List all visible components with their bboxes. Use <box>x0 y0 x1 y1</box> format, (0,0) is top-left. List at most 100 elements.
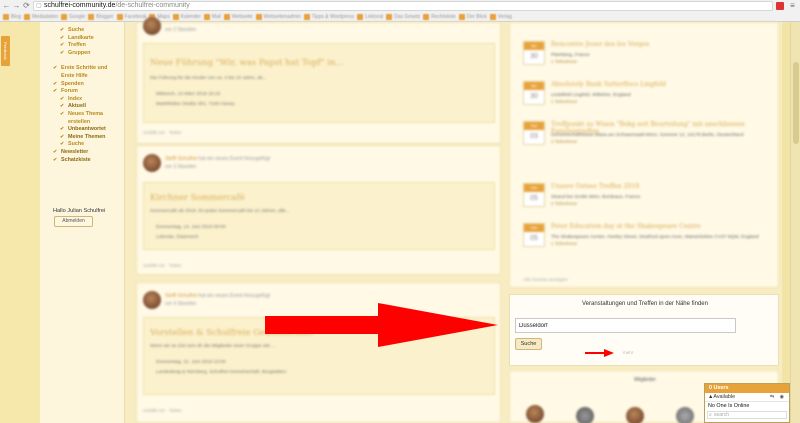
bookmark-item[interactable]: Google <box>61 12 85 22</box>
sidebar-item[interactable]: ✔ Neues Thema <box>53 111 123 119</box>
extension-icon[interactable] <box>776 2 784 10</box>
bookmark-item[interactable]: Mediadaten <box>24 12 58 22</box>
bookmark-item[interactable]: Das Gesetz <box>386 12 420 22</box>
event-title[interactable]: Unsere Ostsee Treffen 2018 <box>551 183 639 190</box>
chat-header[interactable]: 0 Users <box>705 384 789 393</box>
sidebar-item-label: Aktuell <box>68 103 86 110</box>
sidebar-item[interactable]: ✔ Erste Schritte und <box>53 65 123 73</box>
event-date-badge: Apr 30 <box>523 41 545 65</box>
event-day: 30 <box>530 53 538 60</box>
reload-icon[interactable]: ⟳ <box>22 1 31 10</box>
post-actions[interactable]: Gefällt mir · Teilen <box>143 264 182 269</box>
more-link[interactable]: mehr <box>623 350 633 355</box>
sidebar-item-label: Forum <box>61 88 78 95</box>
bookmark-item[interactable]: Tipps & Wordpress <box>303 12 354 22</box>
event-participants: 1 Teilnehmer <box>551 59 578 64</box>
bookmark-item[interactable]: Blog <box>3 12 21 22</box>
sidebar-item[interactable]: ✔ Aktuell <box>53 103 123 111</box>
bookmark-label: Lektorat <box>365 14 384 20</box>
event-item[interactable]: Apr 30 Absolutely Bank Sutterflocs Lingfel… <box>523 81 773 119</box>
avatar[interactable] <box>143 291 161 309</box>
location-input[interactable] <box>515 318 736 333</box>
member-avatar[interactable] <box>626 407 644 423</box>
sidebar-item[interactable]: ✔ Treffen <box>53 42 123 50</box>
sidebar-item[interactable]: Erste Hilfe <box>53 73 123 81</box>
sidebar-item[interactable]: ✔ Suche <box>53 141 123 149</box>
sidebar-item[interactable]: ✔ Meine Themen <box>53 134 123 142</box>
sidebar-item-label: Spenden <box>61 80 84 87</box>
bookmark-item[interactable]: Der Blick <box>458 12 487 22</box>
scroll-thumb[interactable] <box>793 62 799 144</box>
event-card-title[interactable]: Vorstellen & Schulfreie Gemeinschaft <box>150 328 313 338</box>
member-avatar[interactable] <box>676 407 694 423</box>
feedback-tab[interactable]: Feedback <box>1 36 10 66</box>
event-item[interactable]: Mai 03 Treffpunkt zu Wisen "Bekg seit Beur… <box>523 121 773 159</box>
event-item[interactable]: Apr 30 Rencontre Jeuer des les Vorges Plain… <box>523 41 773 79</box>
bookmark-item[interactable]: Lektorat <box>357 12 383 22</box>
post-author: Steffi Schulfrei hat ein neues Event hin… <box>165 293 270 299</box>
sidebar-item[interactable]: ✔ Forum <box>53 88 123 96</box>
bookmark-item[interactable]: Kalender <box>172 12 201 22</box>
address-bar[interactable]: schulfrei-community.de/de-schulfrei-comm… <box>33 1 773 11</box>
bookmark-item[interactable]: Facebook <box>116 12 146 22</box>
avatar[interactable] <box>143 17 161 35</box>
post-author: Steffi Schulfrei hat ein neues Event hin… <box>165 156 270 162</box>
post-author-name[interactable]: Steffi Schulfrei <box>165 293 197 299</box>
bookmark-item[interactable]: Rechtsliste <box>423 12 456 22</box>
page-info-icon[interactable]: ▢ <box>36 2 42 9</box>
event-title[interactable]: Absolutely Bank Sutterflocs Lingfeld <box>551 81 666 88</box>
sidebar-item[interactable]: ✔ Index <box>53 96 123 104</box>
chat-status[interactable]: ▲ Available ⇆ ◉ <box>705 393 789 402</box>
activity-post: Steffi Schulfrei hat ein neues Event hin… <box>136 282 501 423</box>
sidebar-item[interactable]: ✔ Newsletter <box>53 149 123 157</box>
search-button[interactable]: Suche <box>515 338 542 350</box>
back-arrow-icon[interactable]: ← <box>2 1 11 10</box>
event-card[interactable]: Neue Führung "Wir, was Papst hat Topf" i… <box>143 43 495 123</box>
event-card-title[interactable]: Neue Führung "Wir, was Papst hat Topf" i… <box>150 58 343 68</box>
event-month: Mai <box>524 184 544 192</box>
event-title[interactable]: Rencontre Jeuer des les Vorges <box>551 41 649 48</box>
sidebar-item-label: Suche <box>68 27 85 33</box>
sidebar-item[interactable]: ✔ Unbeantwortet <box>53 126 123 134</box>
bookmark-item[interactable]: Webseite <box>223 12 253 22</box>
sidebar-item[interactable]: erstellen <box>53 119 123 127</box>
post-actions[interactable]: Gefällt mir · Teilen <box>143 131 182 136</box>
event-card[interactable]: Kirchner Sommercafé Sommercafé ab 2018. … <box>143 182 495 250</box>
all-events-link[interactable]: Alle Events anzeigen <box>523 278 568 283</box>
chat-widget: 0 Users ▲ Available ⇆ ◉ No One Is Online… <box>704 383 790 423</box>
event-month: Apr <box>524 82 544 90</box>
event-month: Mai <box>524 122 544 130</box>
event-card-location: Marktfeldes Straße 301, 7100 Hanau <box>156 102 235 107</box>
bookmark-item[interactable]: Webseitenadmin <box>255 12 301 22</box>
sidebar-item[interactable]: ✔ Schatzkiste <box>53 157 123 165</box>
post-author-name[interactable]: Steffi Schulfrei <box>165 156 197 162</box>
bookmark-item[interactable]: Blogger <box>88 12 114 22</box>
menu-icon[interactable]: ≡ <box>788 1 797 10</box>
member-avatar[interactable] <box>526 405 544 423</box>
sidebar-item-label: Neues Thema <box>68 110 104 117</box>
sidebar-item[interactable]: ✔ Spenden <box>53 81 123 89</box>
member-avatar[interactable] <box>576 407 594 423</box>
sidebar-item[interactable]: ✔ Landkarte <box>53 35 123 43</box>
chat-options-icon[interactable]: ⇆ ◉ <box>770 394 786 400</box>
bookmark-item[interactable]: Mail <box>203 12 221 22</box>
scrollbar[interactable] <box>790 22 800 423</box>
event-participants: 1 Teilnehmer <box>551 241 578 246</box>
bookmark-item[interactable]: Verlag <box>489 12 512 22</box>
sidebar-item[interactable]: ✔ Suche <box>53 27 123 35</box>
event-location: Plainfaing, France <box>551 53 590 58</box>
event-title[interactable]: Peter Education day at the Shakespeare C… <box>551 223 701 230</box>
post-actions[interactable]: Gefällt mir · Teilen <box>143 409 182 414</box>
event-item[interactable]: Mai 05 Peter Education day at the Shakespe… <box>523 223 773 261</box>
event-card-title[interactable]: Kirchner Sommercafé <box>150 193 245 203</box>
post-action-text: hat ein neues Event hinzugefügt <box>198 293 270 299</box>
forward-arrow-icon[interactable]: → <box>12 1 21 10</box>
logout-button[interactable]: Abmelden <box>54 216 93 227</box>
sidebar-item-label: Schatzkiste <box>61 156 91 163</box>
event-card[interactable]: Vorstellen & Schulfreie Gemeinschaft Wen… <box>143 317 495 395</box>
sidebar-item[interactable]: ✔ Gruppen <box>53 50 123 58</box>
sidebar-item-label: Gruppen <box>68 49 91 56</box>
chat-search-input[interactable]: ⌕ search <box>707 411 787 419</box>
event-item[interactable]: Mai 05 Unsere Ostsee Treffen 2018 Strand be… <box>523 183 773 221</box>
avatar[interactable] <box>143 154 161 172</box>
